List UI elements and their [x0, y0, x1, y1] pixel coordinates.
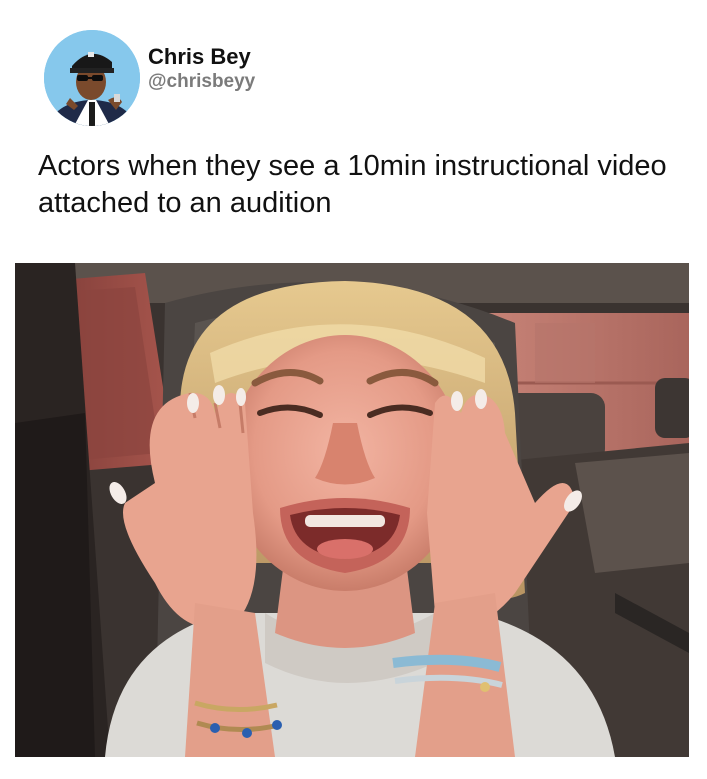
author-names: Chris Bey @chrisbeyy: [148, 44, 255, 94]
post-photo[interactable]: [15, 263, 689, 757]
author-avatar[interactable]: [44, 30, 140, 126]
tweet-post: Chris Bey @chrisbeyy Actors when they se…: [0, 0, 707, 779]
author-handle[interactable]: @chrisbeyy: [148, 70, 255, 94]
post-caption: Actors when they see a 10min instruction…: [38, 150, 667, 219]
avatar-image: [44, 30, 140, 126]
crying-woman-in-car-photo: [15, 263, 689, 757]
author-display-name[interactable]: Chris Bey: [148, 44, 255, 70]
post-header: Chris Bey @chrisbeyy: [44, 30, 255, 126]
